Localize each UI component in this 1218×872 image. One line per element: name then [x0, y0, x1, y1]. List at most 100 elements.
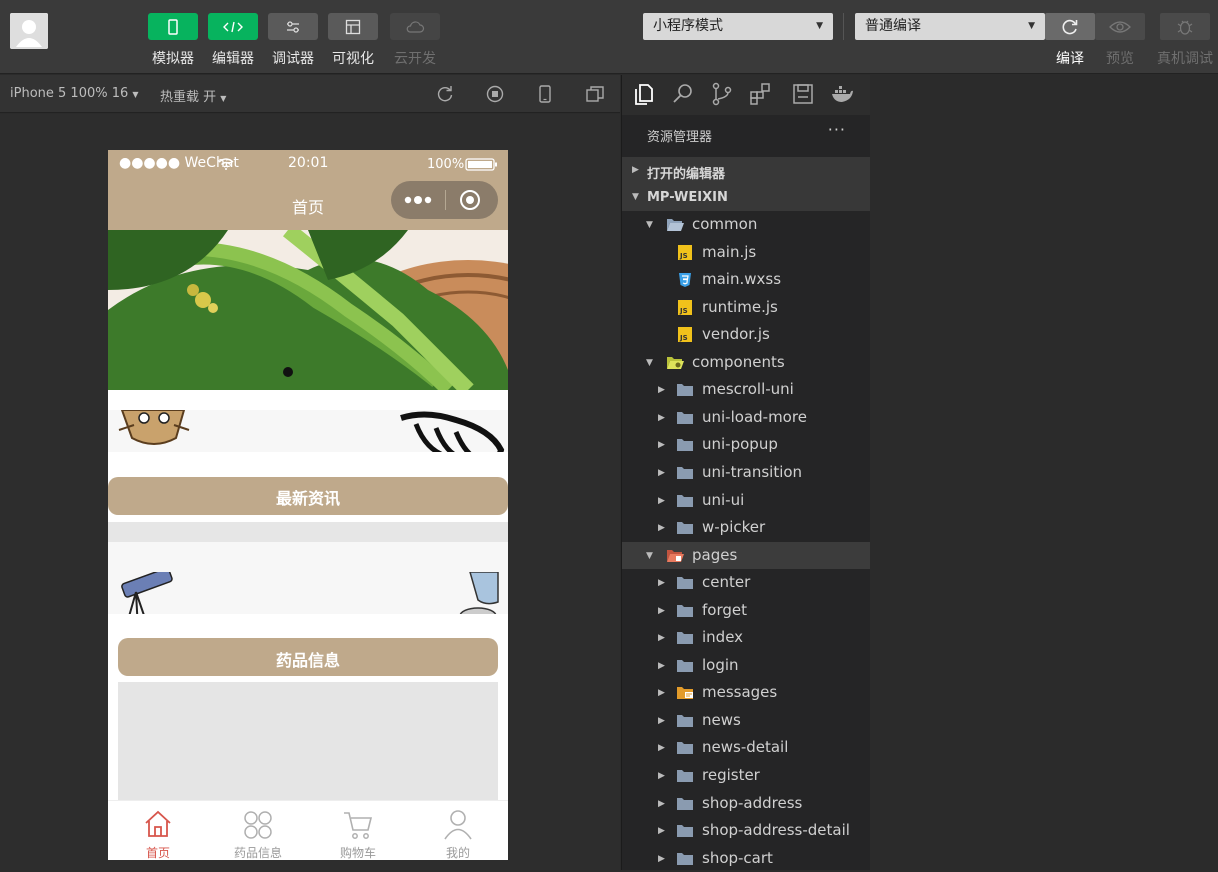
more-actions-button[interactable]: ··· — [828, 120, 846, 139]
latest-news-button[interactable]: 最新资讯 — [108, 477, 508, 515]
chevron-right-icon: ▶ — [658, 743, 665, 754]
chevron-right-icon: ▶ — [658, 495, 665, 506]
save-icon[interactable] — [791, 82, 815, 106]
cartoon-animal-image — [118, 410, 190, 445]
folder-item[interactable]: ▶ register — [622, 762, 871, 790]
file-item[interactable]: JS runtime.js — [622, 294, 871, 322]
preview-label: 预览 — [1106, 51, 1134, 67]
tree-item-label: news — [702, 710, 741, 729]
folder-item[interactable]: ▼ pages — [622, 541, 871, 570]
folder-item[interactable]: ▶ center — [622, 569, 871, 597]
docker-icon[interactable] — [830, 82, 854, 106]
user-icon — [444, 810, 472, 840]
chevron-right-icon: ▶ — [658, 605, 665, 616]
tab-bar: 首页 药品信息 购物车 我的 — [108, 800, 508, 860]
file-item[interactable]: JS vendor.js — [622, 321, 871, 349]
simulator-button[interactable] — [148, 13, 198, 40]
tree-item-label: register — [702, 766, 760, 784]
tab-mine[interactable]: 我的 — [408, 801, 508, 860]
folder-item[interactable]: ▶ mescroll-uni — [622, 376, 871, 404]
news-cards-strip — [108, 410, 508, 479]
folder-item[interactable]: ▶ shop-address — [622, 790, 871, 818]
chevron-right-icon: ▶ — [658, 578, 665, 589]
phone-screen: ●●●●● WeChat 20:01 100% 首页 最新资讯 药品信息 首页 … — [108, 150, 508, 860]
vegetable-banner-image — [108, 230, 508, 390]
chevron-down-icon: ▼ — [1028, 21, 1035, 31]
chevron-down-icon: ▼ — [646, 550, 653, 561]
svg-text:JS: JS — [679, 307, 688, 315]
user-avatar[interactable] — [10, 13, 48, 49]
extensions-icon[interactable] — [749, 82, 773, 106]
folder-item[interactable]: ▶ login — [622, 652, 871, 680]
folder-item[interactable]: ▶ w-picker — [622, 514, 871, 542]
more-dots-icon[interactable] — [403, 195, 433, 205]
visualize-button[interactable] — [328, 13, 378, 40]
folder-icon — [677, 604, 693, 617]
tree-item-label: shop-cart — [702, 848, 773, 867]
js-file-icon: JS — [678, 327, 692, 343]
chevron-down-icon: ▼ — [816, 21, 823, 31]
refresh-icon — [1062, 19, 1078, 34]
file-item[interactable]: main.wxss — [622, 266, 871, 294]
drug-info-button[interactable]: 药品信息 — [118, 638, 498, 676]
tab-home[interactable]: 首页 — [108, 801, 208, 860]
files-icon[interactable] — [632, 82, 656, 106]
tree-item-label: main.js — [702, 242, 757, 261]
rotate-icon[interactable] — [435, 84, 455, 104]
news-gap — [108, 452, 508, 477]
folder-item[interactable]: ▶ news-detail — [622, 734, 871, 762]
source-control-icon[interactable] — [710, 82, 734, 106]
folder-item[interactable]: ▶ uni-transition — [622, 459, 871, 487]
editor-button[interactable] — [208, 13, 258, 40]
folder-item[interactable]: ▼ common — [622, 211, 871, 239]
folder-item[interactable]: ▶ index — [622, 624, 871, 652]
cloud-dev-button[interactable] — [390, 13, 440, 40]
compile-select[interactable]: 普通编译 ▼ — [855, 13, 1045, 40]
stop-icon[interactable] — [485, 84, 505, 104]
folder-item[interactable]: ▶ shop-address-detail — [622, 817, 871, 845]
chevron-right-icon: ▶ — [658, 853, 665, 864]
close-miniprogram-icon[interactable] — [459, 189, 481, 211]
project-header[interactable]: ▼ MP-WEIXIN — [622, 184, 871, 211]
folder-item[interactable]: ▶ uni-load-more — [622, 404, 871, 432]
chevron-right-icon: ▶ — [658, 440, 665, 451]
hot-reload-value: 热重载 开 — [160, 90, 217, 105]
cart-icon — [344, 812, 373, 839]
folder-icon — [677, 384, 693, 397]
tree-item-label: mescroll-uni — [702, 380, 794, 399]
mode-select[interactable]: 小程序模式 ▼ — [643, 13, 833, 40]
folder-item[interactable]: ▶ shop-cart — [622, 845, 871, 872]
tab-cart[interactable]: 购物车 — [308, 801, 408, 860]
remote-debug-button[interactable] — [1160, 13, 1210, 40]
folder-item[interactable]: ▶ forget — [622, 597, 871, 625]
folder-item[interactable]: ▶ messages — [622, 679, 871, 707]
nav-bar: 首页 — [108, 180, 508, 230]
tab-cart-label: 购物车 — [339, 846, 376, 860]
code-icon — [223, 21, 243, 32]
preview-button[interactable] — [1095, 13, 1145, 40]
detach-window-icon[interactable] — [585, 84, 605, 104]
search-icon[interactable] — [671, 82, 695, 106]
debugger-button[interactable] — [268, 13, 318, 40]
compile-button[interactable] — [1045, 13, 1095, 40]
hot-reload-toggle[interactable]: 热重载 开 ▼ — [160, 86, 226, 105]
menu-capsule[interactable] — [391, 181, 498, 219]
tab-mine-label: 我的 — [445, 846, 470, 860]
folder-item[interactable]: ▼ components — [622, 349, 871, 377]
open-editors-header[interactable]: ▶ 打开的编辑器 — [622, 157, 871, 184]
folder-item[interactable]: ▶ uni-popup — [622, 431, 871, 459]
file-item[interactable]: JS main.js — [622, 239, 871, 267]
folder-item[interactable]: ▶ uni-ui — [622, 487, 871, 515]
top-toolbar: 模拟器 编辑器 调试器 可视化 云开发 小程序模式 ▼ 普通编译 ▼ 编译 预览… — [0, 0, 1218, 74]
toolbar-divider — [843, 13, 844, 40]
compile-select-value: 普通编译 — [865, 18, 921, 34]
device-select[interactable]: iPhone 5 100% 16 ▼ — [10, 86, 139, 101]
tab-drugs[interactable]: 药品信息 — [208, 801, 308, 860]
folder-item[interactable]: ▶ news — [622, 707, 871, 735]
chevron-right-icon: ▶ — [658, 523, 665, 534]
layout-icon — [345, 19, 361, 34]
eye-icon — [1109, 20, 1131, 33]
device-phone-icon[interactable] — [535, 84, 555, 104]
chevron-right-icon: ▶ — [658, 798, 665, 809]
banner-carousel[interactable] — [108, 230, 508, 390]
